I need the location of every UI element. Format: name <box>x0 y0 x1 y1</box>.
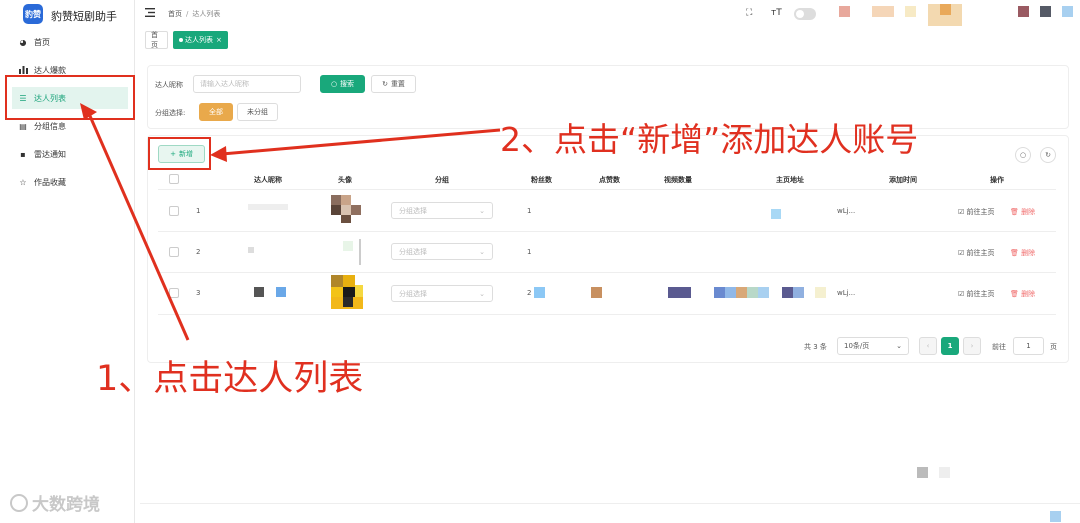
blurred-element <box>917 467 928 478</box>
blurred-element <box>939 467 950 478</box>
divider <box>140 503 1080 504</box>
watermark-logo-icon <box>10 493 28 512</box>
watermark: 大数跨境 <box>10 490 100 515</box>
annotation-step2: 2、点击“新增”添加达人账号 <box>500 120 919 159</box>
annotation-arrows <box>80 103 501 341</box>
blurred-element <box>1050 511 1061 522</box>
annotation-step1: 1、点击达人列表 <box>96 359 364 399</box>
